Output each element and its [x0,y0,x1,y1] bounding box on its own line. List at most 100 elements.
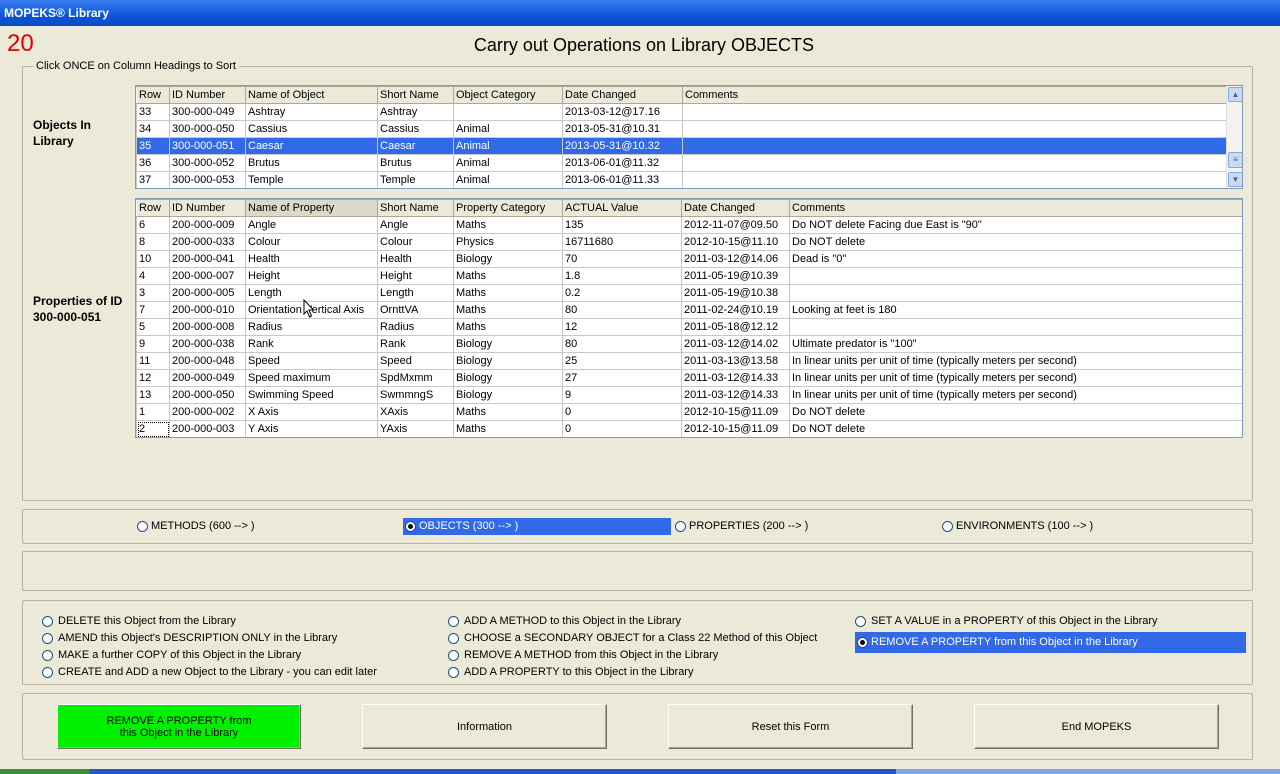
information-button[interactable]: Information [362,704,607,749]
table-cell[interactable]: 70 [562,250,682,268]
radio-icon[interactable] [855,616,866,627]
table-cell[interactable]: 2011-05-19@10.38 [681,284,790,302]
table-cell[interactable]: Do NOT delete [789,403,1242,421]
table-cell[interactable]: Health [377,250,454,268]
table-cell[interactable]: Cassius [377,120,454,138]
table-cell[interactable]: 2011-03-12@14.06 [681,250,790,268]
table-cell[interactable]: Health [245,250,378,268]
table-row[interactable]: 37 300-000-053 Temple Temple Animal 2013-06-0… [136,171,1227,188]
table-cell[interactable]: 135 [562,216,682,234]
table-cell[interactable]: 34 [136,120,170,138]
column-header[interactable]: Short Name [377,86,454,104]
table-cell[interactable]: Caesar [245,137,378,155]
table-cell[interactable]: Speed [245,352,378,370]
table-cell[interactable] [789,284,1242,302]
table-cell[interactable]: 200-000-009 [169,216,246,234]
table-cell[interactable]: Animal [453,171,563,188]
table-cell[interactable]: 8 [136,233,170,251]
table-cell[interactable]: 37 [136,171,170,188]
table-cell[interactable]: 2011-02-24@10.19 [681,301,790,319]
table-cell[interactable]: Animal [453,154,563,172]
table-cell[interactable]: Speed maximum [245,369,378,387]
table-cell[interactable]: Ashtray [245,103,378,121]
table-cell[interactable]: In linear units per unit of time (typica… [789,386,1242,404]
table-cell[interactable]: Angle [245,216,378,234]
table-cell[interactable]: 200-000-050 [169,386,246,404]
table-cell[interactable] [453,103,563,121]
table-cell[interactable]: 200-000-033 [169,233,246,251]
table-cell[interactable]: Radius [245,318,378,336]
table-cell[interactable]: 0 [562,420,682,437]
table-cell[interactable]: Looking at feet is 180 [789,301,1242,319]
table-cell[interactable]: 200-000-049 [169,369,246,387]
table-cell[interactable]: Maths [453,284,563,302]
column-header[interactable]: Name of Property [245,199,378,217]
table-cell[interactable]: Biology [453,335,563,353]
scroll-up-button[interactable]: ▲ [1228,87,1242,102]
table-cell[interactable]: Biology [453,386,563,404]
table-cell[interactable]: Rank [377,335,454,353]
table-cell[interactable]: SpdMxmm [377,369,454,387]
table-cell[interactable]: YAxis [377,420,454,437]
table-cell[interactable]: Animal [453,120,563,138]
radio-icon[interactable] [675,521,686,532]
table-cell[interactable]: Physics [453,233,563,251]
table-cell[interactable]: Caesar [377,137,454,155]
table-cell[interactable]: 25 [562,352,682,370]
table-cell[interactable]: Length [377,284,454,302]
action-option-3[interactable]: CREATE and ADD a new Object to the Libra… [42,664,422,681]
table-cell[interactable]: Maths [453,216,563,234]
table-cell[interactable]: 6 [136,216,170,234]
table-cell[interactable]: Ultimate predator is "100" [789,335,1242,353]
table-cell[interactable]: Cassius [245,120,378,138]
table-row[interactable]: 1 200-000-002 X Axis XAxis Maths 0 2012-10-15@… [136,403,1242,421]
action-option-2[interactable]: MAKE a further COPY of this Object in th… [42,647,422,664]
table-cell[interactable]: 12 [562,318,682,336]
table-cell[interactable]: 9 [136,335,170,353]
table-cell[interactable]: 300-000-049 [169,103,246,121]
radio-icon[interactable] [405,521,416,532]
table-row[interactable]: 34 300-000-050 Cassius Cassius Animal 2013-05… [136,120,1227,138]
properties-table[interactable]: Row ID Number Name of Property Short Name Pr… [136,199,1242,437]
table-cell[interactable] [682,103,1227,121]
table-cell[interactable]: 2011-03-12@14.33 [681,369,790,387]
table-cell[interactable]: Temple [245,171,378,188]
column-header[interactable]: Name of Object [245,86,378,104]
table-cell[interactable]: Colour [377,233,454,251]
table-cell[interactable] [682,120,1227,138]
table-cell[interactable]: Radius [377,318,454,336]
table-cell[interactable]: Biology [453,250,563,268]
table-cell[interactable]: 10 [136,250,170,268]
table-cell[interactable]: 2013-03-12@17.16 [562,103,683,121]
table-cell[interactable]: 0.2 [562,284,682,302]
column-header[interactable]: Date Changed [681,199,790,217]
action-option-9[interactable]: REMOVE A PROPERTY from this Object in th… [855,632,1246,653]
action-option-0[interactable]: DELETE this Object from the Library [42,613,422,630]
table-cell[interactable] [682,154,1227,172]
table-cell[interactable]: Maths [453,301,563,319]
table-cell[interactable]: Do NOT delete Facing due East is "90" [789,216,1242,234]
table-cell[interactable]: 2013-06-01@11.32 [562,154,683,172]
radio-icon[interactable] [857,637,868,648]
table-row[interactable]: 12 200-000-049 Speed maximum SpdMxmm Biology… [136,369,1242,387]
column-header[interactable]: Object Category [453,86,563,104]
table-cell[interactable]: 200-000-007 [169,267,246,285]
table-cell[interactable]: Maths [453,420,563,437]
table-cell[interactable]: Do NOT delete [789,233,1242,251]
table-cell[interactable]: Maths [453,403,563,421]
table-row[interactable]: 33 300-000-049 Ashtray Ashtray 2013-03-12@17… [136,103,1227,121]
objects-vertical-scrollbar[interactable]: ▲ ≡ ▼ [1226,86,1242,188]
table-cell[interactable]: 2011-03-12@14.33 [681,386,790,404]
table-cell[interactable] [789,318,1242,336]
action-option-5[interactable]: CHOOSE a SECONDARY OBJECT for a Class 22… [448,630,828,647]
table-cell[interactable]: Swimming Speed [245,386,378,404]
table-row[interactable]: 36 300-000-052 Brutus Brutus Animal 2013-06-0… [136,154,1227,172]
table-cell[interactable]: 80 [562,301,682,319]
table-cell[interactable]: Do NOT delete [789,420,1242,437]
table-row[interactable]: 6 200-000-009 Angle Angle Maths 135 2012-11-07… [136,216,1242,234]
table-cell[interactable]: Biology [453,369,563,387]
table-cell[interactable]: 2013-05-31@10.32 [562,137,683,155]
table-cell[interactable]: Brutus [245,154,378,172]
table-cell[interactable]: SwmmngS [377,386,454,404]
table-cell[interactable]: 2011-03-13@13.58 [681,352,790,370]
